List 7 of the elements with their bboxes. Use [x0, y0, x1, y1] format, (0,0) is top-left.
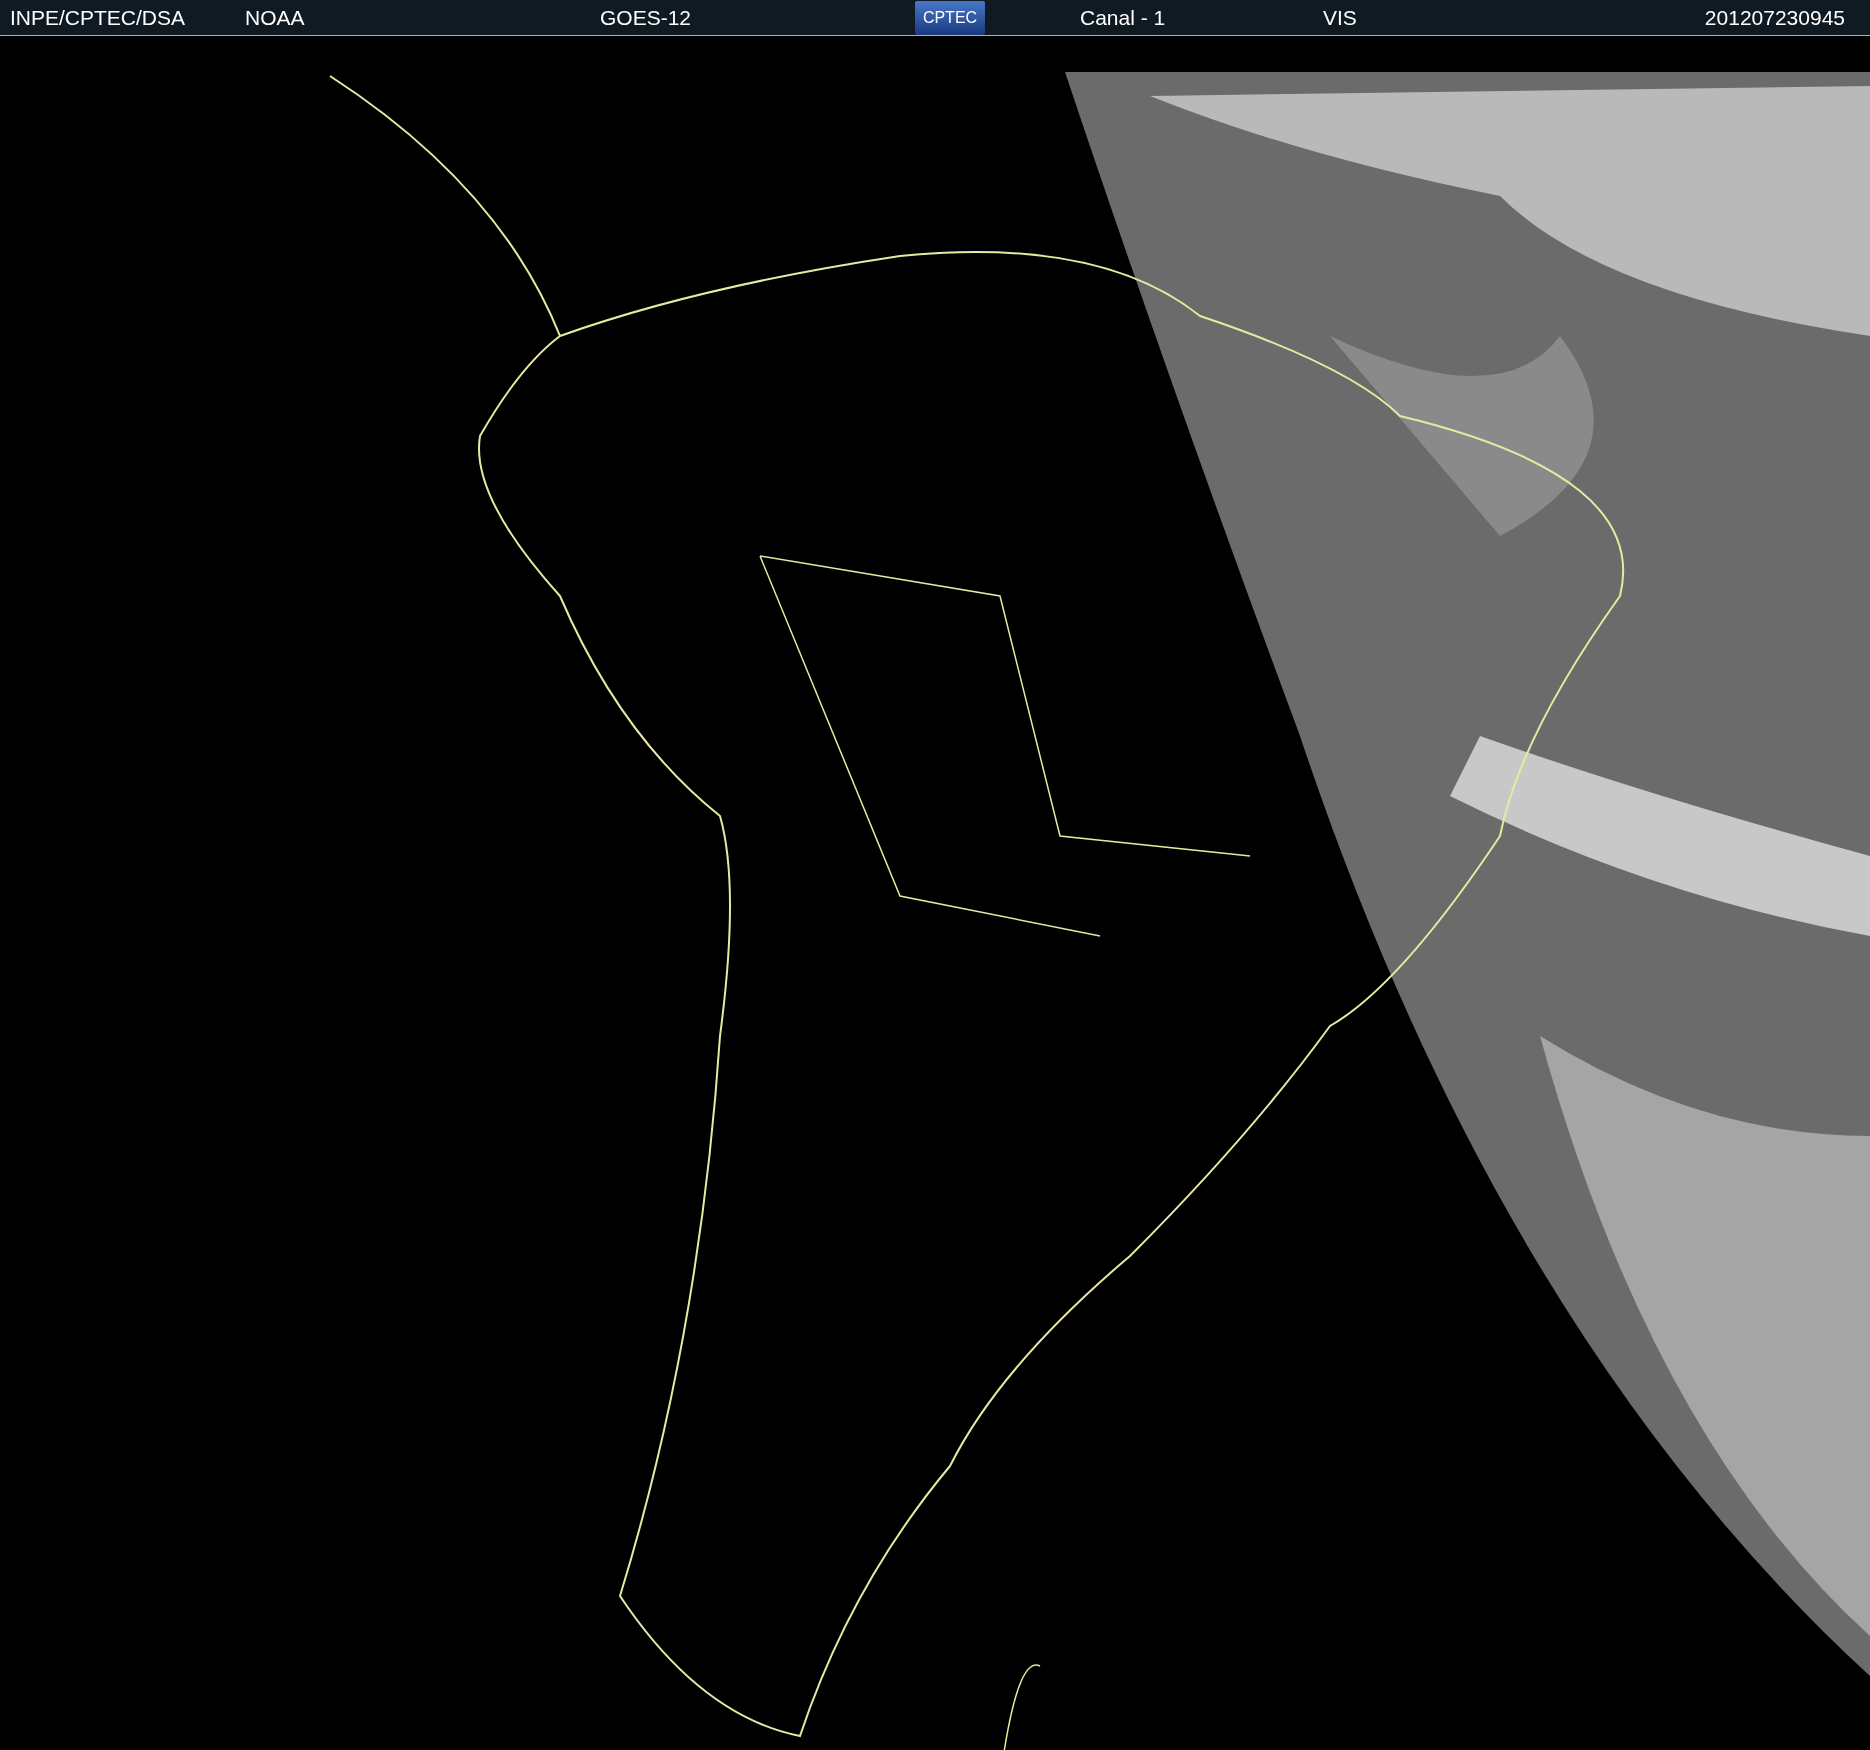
source-label: INPE/CPTEC/DSA — [10, 4, 187, 31]
agency-label: NOAA — [245, 4, 306, 31]
timestamp-label: 201207230945 — [1704, 4, 1845, 31]
channel-label: Canal - 1 — [1080, 4, 1167, 31]
logo: CPTEC — [915, 0, 985, 35]
satellite-label: GOES-12 — [600, 4, 693, 31]
band-label: VIS — [1323, 4, 1358, 31]
